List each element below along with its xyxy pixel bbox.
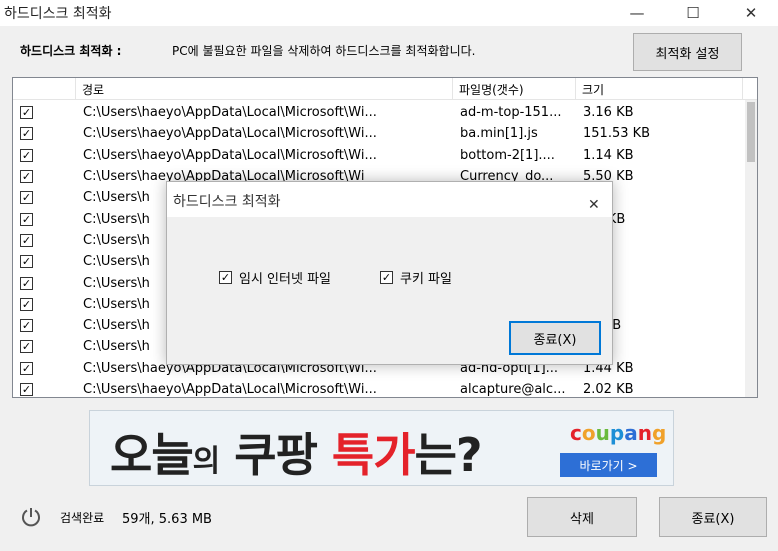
row-checkbox[interactable]: ✓ — [20, 383, 33, 396]
vertical-scrollbar[interactable] — [745, 100, 757, 397]
row-checkbox[interactable]: ✓ — [20, 191, 33, 205]
column-header-filename[interactable]: 파일명(갯수) — [453, 78, 576, 100]
column-header-size[interactable]: 크기 — [576, 78, 743, 100]
row-path: C:\Users\haeyo\AppData\Local\Microsoft\W… — [83, 105, 377, 121]
coupang-logo-letter: c — [570, 421, 582, 445]
row-path: C:\Users\haeyo\AppData\Local\Microsoft\W… — [83, 147, 377, 163]
status-label: 검색완료 — [60, 511, 105, 525]
table-row[interactable]: ✓ C:\Users\haeyo\AppData\Local\Microsoft\… — [13, 102, 745, 123]
ad-text-today: 오늘 — [110, 428, 194, 482]
row-size: 151.53 KB — [583, 126, 651, 142]
header-description: PC에 불필요한 파일을 삭제하여 하드디스크를 최적화합니다. — [172, 44, 476, 58]
row-checkbox[interactable]: ✓ — [20, 233, 33, 247]
temp-internet-files-option[interactable]: ✓ 임시 인터넷 파일 — [219, 268, 331, 287]
row-checkbox[interactable]: ✓ — [20, 212, 33, 226]
dialog-title-bar: 하드디스크 최적화 ✕ — [167, 182, 612, 217]
ad-banner[interactable]: 오늘의 쿠팡 특가는? coupang 바로가기 > — [89, 410, 674, 486]
row-checkbox[interactable]: ✓ — [20, 276, 33, 290]
row-check-cell: ✓ — [13, 127, 75, 141]
cookie-files-option[interactable]: ✓ 쿠키 파일 — [380, 268, 452, 287]
row-checkbox[interactable]: ✓ — [20, 297, 33, 311]
row-check-cell: ✓ — [13, 340, 75, 354]
ad-cta-button[interactable]: 바로가기 > — [560, 453, 657, 477]
row-check-cell: ✓ — [13, 383, 75, 396]
table-row[interactable]: ✓ C:\Users\haeyo\AppData\Local\Microsoft\… — [13, 379, 745, 397]
title-bar: 하드디스크 최적화 — ☐ ✕ — [0, 0, 778, 26]
dialog-title: 하드디스크 최적화 — [173, 194, 281, 210]
ad-text-coupang: 쿠팡 — [219, 428, 332, 482]
close-button[interactable]: ✕ — [728, 0, 774, 26]
row-check-cell: ✓ — [13, 319, 75, 333]
coupang-logo-letter: n — [637, 421, 652, 445]
dialog-exit-button[interactable]: 종료(X) — [509, 321, 601, 355]
close-icon: ✕ — [744, 4, 758, 22]
row-path: C:\Users\haeyo\AppData\Local\Microsoft\W… — [83, 126, 377, 142]
row-checkbox[interactable]: ✓ — [20, 319, 33, 333]
coupang-logo-letter: g — [651, 421, 667, 445]
row-check-cell: ✓ — [13, 361, 75, 375]
row-checkbox[interactable]: ✓ — [20, 340, 33, 354]
row-path: C:\Users\haeyo\AppData\Local\Microsoft\W… — [83, 382, 377, 397]
exit-button[interactable]: 종료(X) — [659, 497, 767, 537]
coupang-logo-letter: u — [595, 421, 610, 445]
row-check-cell: ✓ — [13, 106, 75, 120]
table-row[interactable]: ✓ C:\Users\haeyo\AppData\Local\Microsoft\… — [13, 123, 745, 144]
row-checkbox[interactable]: ✓ — [20, 255, 33, 269]
row-size: 1.14 KB — [583, 147, 634, 163]
dialog-close-button[interactable]: ✕ — [582, 188, 606, 213]
row-filename: bottom-2[1].... — [460, 147, 555, 163]
row-filename: ba.min[1].js — [460, 126, 538, 142]
status-count: 59개, 5.63 MB — [122, 512, 212, 527]
row-check-cell: ✓ — [13, 170, 75, 184]
maximize-icon: ☐ — [686, 4, 700, 22]
row-check-cell: ✓ — [13, 297, 75, 311]
coupang-logo-letter: a — [624, 421, 638, 445]
row-checkbox[interactable]: ✓ — [20, 361, 33, 375]
row-checkbox[interactable]: ✓ — [20, 127, 33, 141]
delete-button[interactable]: 삭제 — [527, 497, 637, 537]
header-label: 하드디스크 최적화 : — [20, 44, 122, 58]
optimize-settings-button[interactable]: 최적화 설정 — [633, 33, 742, 71]
row-filename: alcapture@alc... — [460, 382, 566, 397]
window-title: 하드디스크 최적화 — [4, 6, 112, 22]
close-icon: ✕ — [588, 197, 600, 213]
column-header-check[interactable] — [13, 78, 76, 100]
table-row[interactable]: ✓ C:\Users\haeyo\AppData\Local\Microsoft\… — [13, 145, 745, 166]
temp-internet-files-label: 임시 인터넷 파일 — [239, 272, 331, 287]
ad-text-special: 특가 — [331, 428, 416, 482]
temp-internet-files-checkbox[interactable]: ✓ — [219, 271, 232, 284]
list-header: 경로 파일명(갯수) 크기 — [13, 78, 757, 100]
minimize-icon: — — [629, 4, 645, 22]
coupang-logo: coupang — [570, 421, 666, 445]
cookie-files-checkbox[interactable]: ✓ — [380, 271, 393, 284]
row-checkbox[interactable]: ✓ — [20, 106, 33, 120]
coupang-logo-letter: o — [581, 421, 596, 445]
row-check-cell: ✓ — [13, 233, 75, 247]
row-check-cell: ✓ — [13, 255, 75, 269]
row-check-cell: ✓ — [13, 148, 75, 162]
ad-text-of: 의 — [192, 444, 221, 479]
optimize-settings-dialog: 하드디스크 최적화 ✕ ✓ 임시 인터넷 파일 ✓ 쿠키 파일 종료(X) — [166, 181, 613, 365]
power-icon — [22, 508, 40, 527]
minimize-button[interactable]: — — [614, 0, 660, 26]
coupang-logo-letter: p — [609, 421, 625, 445]
row-filename: ad-m-top-151... — [460, 105, 562, 121]
row-check-cell: ✓ — [13, 212, 75, 226]
row-checkbox[interactable]: ✓ — [20, 170, 33, 184]
row-check-cell: ✓ — [13, 276, 75, 290]
maximize-button[interactable]: ☐ — [670, 0, 716, 26]
row-size: 3.16 KB — [583, 105, 634, 121]
cookie-files-label: 쿠키 파일 — [400, 272, 452, 287]
row-checkbox[interactable]: ✓ — [20, 148, 33, 162]
column-header-path[interactable]: 경로 — [76, 78, 453, 100]
ad-headline: 오늘의 쿠팡 특가는? — [110, 419, 483, 485]
ad-text-question: 는? — [414, 428, 483, 482]
row-size: 2.02 KB — [583, 382, 634, 397]
scrollbar-thumb[interactable] — [747, 102, 755, 162]
row-check-cell: ✓ — [13, 191, 75, 205]
